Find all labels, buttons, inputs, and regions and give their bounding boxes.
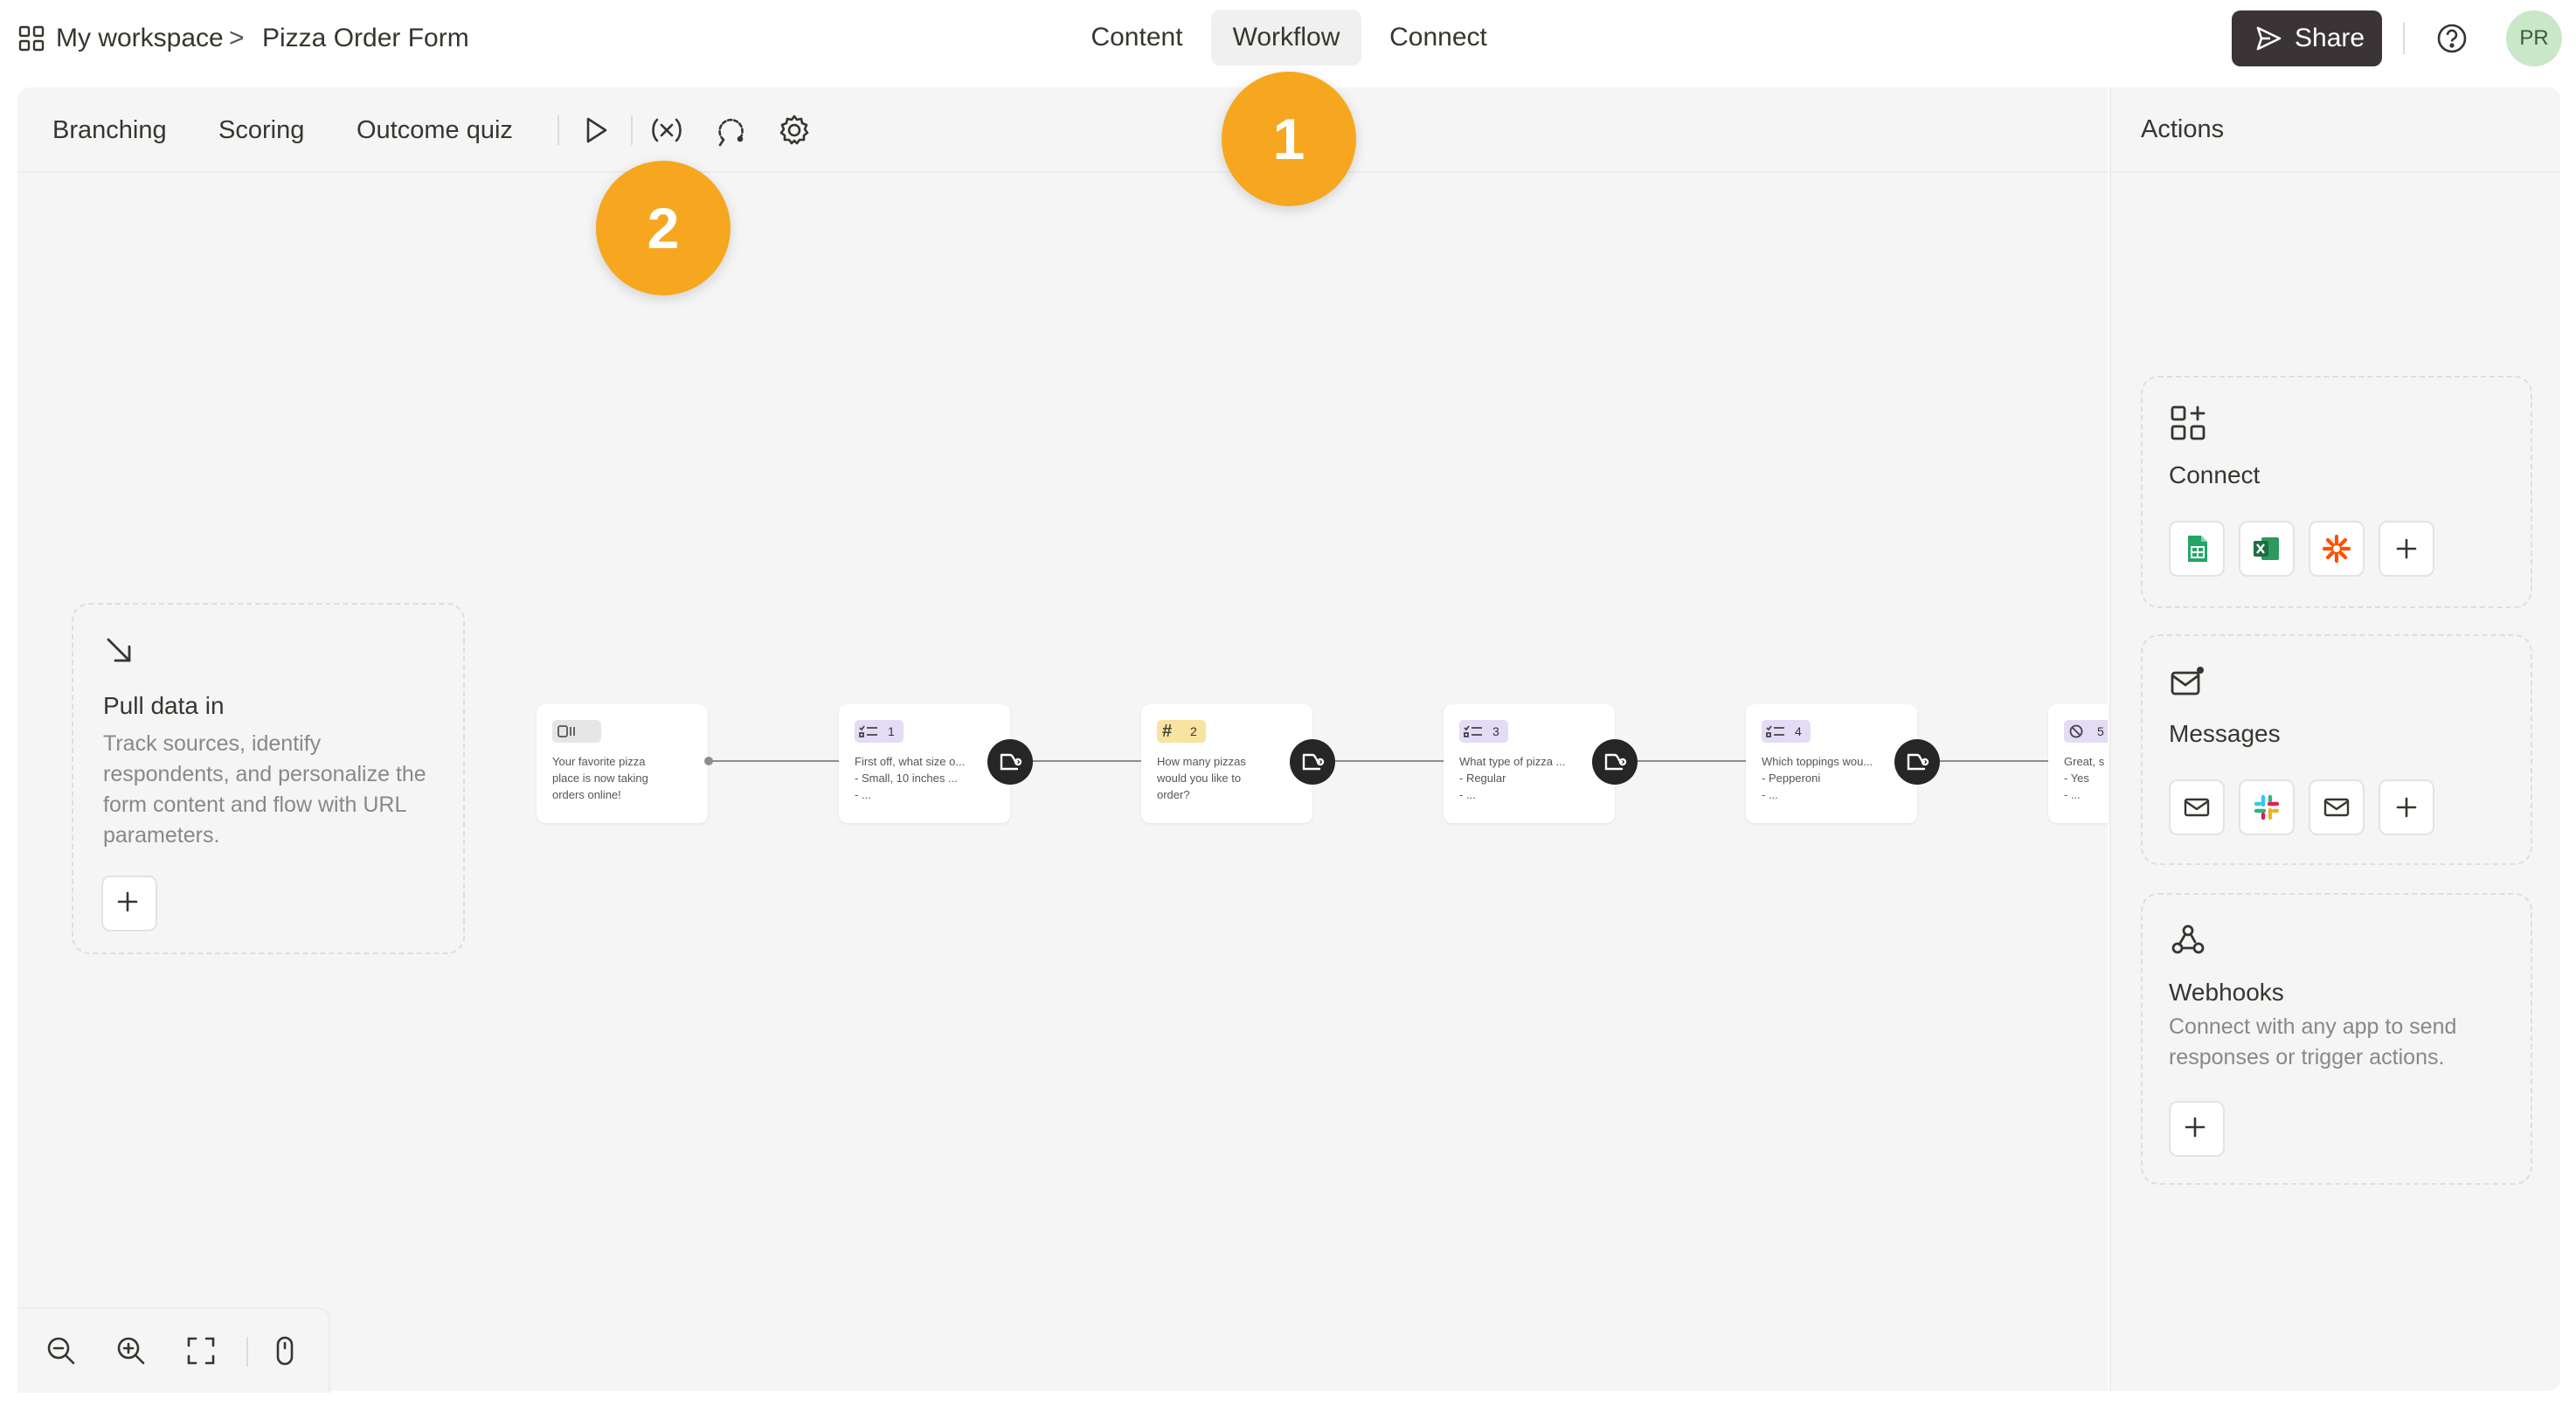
statement-icon [557,724,577,738]
connector-dot [704,757,713,765]
add-webhook-button[interactable] [2169,1101,2225,1157]
divider [246,1337,248,1367]
arrow-down-right-icon [103,634,135,666]
play-icon[interactable] [577,112,613,149]
share-label: Share [2295,24,2365,52]
node-text: Your favorite pizza place is now taking … [552,755,648,801]
yes-no-icon [2069,724,2083,738]
flow-node-question-3[interactable]: 3 What type of pizza ... - Regular - ... [1444,704,1615,823]
pull-data-title: Pull data in [103,692,225,719]
mouse-icon[interactable] [267,1333,302,1368]
node-text: Which toppings wou... - Pepperoni - ... [1762,755,1873,801]
apps-add-icon [2169,404,2207,442]
add-integration-button[interactable] [2379,521,2434,577]
connect-card: Connect [2141,376,2532,608]
flow-node-question-5[interactable]: 5 Great, s - Yes - ... [2048,704,2108,823]
flow-connector [708,760,855,762]
zoom-out-icon[interactable] [44,1333,79,1368]
flow-node-question-4[interactable]: 4 Which toppings wou... - Pepperoni - ..… [1746,704,1917,823]
yes-no-badge: 5 [2064,720,2108,743]
multiple-choice-badge: 3 [1459,720,1508,743]
tab-branching[interactable]: Branching [52,108,167,152]
node-text: How many pizzas would you like to order? [1157,755,1246,801]
connect-title: Connect [2169,461,2261,488]
step-marker-1: 1 [1222,72,1356,206]
divider [631,115,633,145]
actions-panel: Actions Connect Messages Webhooks Connec… [2109,87,2560,1391]
zoom-controls [17,1307,330,1393]
add-message-button[interactable] [2379,779,2434,835]
fit-screen-icon[interactable] [184,1333,218,1368]
pull-data-card: Pull data in Track sources, identify res… [72,603,465,954]
tab-connect[interactable]: Connect [1374,10,1503,66]
flow-connector [1333,760,1461,762]
grid-icon[interactable] [17,24,45,52]
webhooks-description: Connect with any app to send responses o… [2169,1014,2457,1069]
multiple-choice-badge: 4 [1762,720,1811,743]
email-button[interactable] [2309,779,2365,835]
node-text: First off, what size o... - Small, 10 in… [855,755,966,801]
step-marker-2: 2 [596,161,731,295]
node-text: Great, s - Yes - ... [2064,755,2105,801]
tab-scoring[interactable]: Scoring [218,108,304,152]
list-icon [1766,724,1785,738]
list-icon [1464,724,1483,738]
mail-notification-icon [2169,662,2207,701]
add-branch-button[interactable] [1592,739,1638,785]
add-parameter-button[interactable] [101,876,157,931]
gear-icon[interactable] [776,112,813,149]
flow-node-question-1[interactable]: 1 First off, what size o... - Small, 10 … [839,704,1010,823]
top-bar: My workspace > Pizza Order Form Content … [0,0,2576,79]
flow-connector [1636,760,1763,762]
flow-connector [1938,760,2066,762]
statement-badge [552,720,601,743]
tab-content[interactable]: Content [1073,10,1201,66]
add-branch-button[interactable] [1894,739,1940,785]
help-icon[interactable] [2436,23,2468,54]
number-badge: # 2 [1157,720,1206,743]
messages-title: Messages [2169,720,2281,747]
list-icon [859,724,878,738]
add-branch-button[interactable] [987,739,1033,785]
zoom-in-icon[interactable] [114,1333,149,1368]
breadcrumb-workspace[interactable]: My workspace [56,19,224,58]
actions-title: Actions [2141,115,2225,143]
tab-workflow[interactable]: Workflow [1211,10,1361,66]
pull-data-description: Track sources, identify respondents, and… [103,731,426,848]
breadcrumb-separator: > [229,24,245,52]
canvas-toolbar: Branching Scoring Outcome quiz [17,87,2108,173]
google-sheets-button[interactable] [2169,521,2225,577]
webhooks-title: Webhooks [2169,979,2284,1006]
variable-icon[interactable] [648,112,685,149]
flow-connector [1031,760,1159,762]
webhook-icon [2169,921,2207,959]
excel-button[interactable] [2239,521,2295,577]
tab-outcome-quiz[interactable]: Outcome quiz [357,108,513,152]
send-icon [2254,25,2282,52]
avatar[interactable]: PR [2506,10,2562,66]
flow-node-question-2[interactable]: # 2 How many pizzas would you like to or… [1141,704,1312,823]
webhooks-card: Webhooks Connect with any app to send re… [2141,893,2532,1185]
zapier-button[interactable] [2309,521,2365,577]
share-button[interactable]: Share [2232,10,2382,66]
node-text: What type of pizza ... - Regular - ... [1459,755,1566,801]
divider [2403,23,2405,54]
slack-button[interactable] [2239,779,2295,835]
breadcrumb-form-title[interactable]: Pizza Order Form [262,19,469,58]
email-button[interactable] [2169,779,2225,835]
workflow-canvas[interactable]: Branching Scoring Outcome quiz Pull data… [17,87,2108,1391]
logic-icon[interactable] [713,112,750,149]
messages-card: Messages [2141,634,2532,865]
actions-header: Actions [2111,87,2560,173]
add-branch-button[interactable] [1290,739,1335,785]
divider [557,115,559,145]
multiple-choice-badge: 1 [855,720,904,743]
hash-icon: # [1162,722,1173,741]
flow-node-welcome[interactable]: Your favorite pizza place is now taking … [537,704,708,823]
